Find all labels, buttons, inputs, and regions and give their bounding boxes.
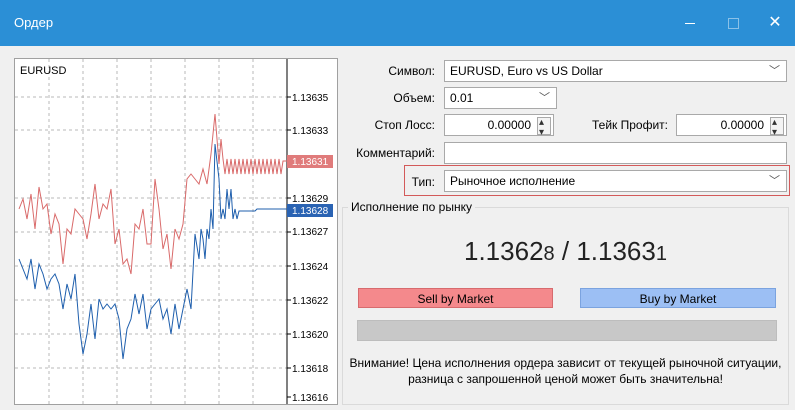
- order-type-value: Рыночное исполнение: [450, 174, 576, 188]
- price-axis-ticks: [287, 96, 291, 398]
- take-profit-spinner[interactable]: [770, 113, 784, 143]
- execution-progress-bar: [357, 320, 777, 341]
- execution-warning: Внимание! Цена исполнения ордера зависит…: [342, 355, 789, 387]
- order-type-select[interactable]: Рыночное исполнение ﹀: [444, 170, 787, 192]
- minimize-button[interactable]: [675, 10, 705, 36]
- stop-loss-spinner[interactable]: [537, 113, 551, 143]
- stop-loss-value: 0.00000: [487, 118, 531, 132]
- chevron-down-icon: ﹀: [539, 92, 550, 104]
- comment-label: Комментарий:: [356, 146, 435, 160]
- stop-loss-label: Стоп Лосс:: [374, 118, 435, 132]
- sell-by-market-button[interactable]: Sell by Market: [358, 288, 553, 308]
- price-label: 1.13622: [292, 296, 329, 307]
- stop-loss-input[interactable]: 0.00000: [444, 113, 554, 143]
- bid-price-last-digit: 8: [543, 243, 555, 265]
- symbol-label: Символ:: [388, 64, 435, 78]
- ask-price-main: 1.1363: [576, 236, 656, 266]
- warning-line-2: разница с запрошенной ценой может быть з…: [408, 372, 723, 386]
- price-label: 1.13616: [292, 393, 329, 404]
- quote-separator: /: [554, 236, 577, 266]
- symbol-select[interactable]: EURUSD, Euro vs US Dollar ﹀: [444, 60, 787, 82]
- price-label: 1.13620: [292, 330, 329, 341]
- tick-chart-svg: EURUSD 1.13635 1.13633 1.13631 1.13629 1…: [15, 59, 333, 404]
- symbol-value: EURUSD, Euro vs US Dollar: [450, 64, 603, 78]
- tick-chart: EURUSD 1.13635 1.13633 1.13631 1.13629 1…: [14, 58, 338, 405]
- bid-line: [18, 143, 287, 360]
- bid-price-label: 1.13628: [292, 206, 329, 217]
- ask-price-label: 1.13631: [292, 157, 329, 168]
- price-label: 1.13629: [292, 194, 329, 205]
- price-label: 1.13627: [292, 227, 329, 238]
- title-bar: Ордер ✕: [0, 0, 795, 46]
- order-window: Ордер ✕ EURUSD 1.13635 1.13633 1.13631 1…: [0, 0, 795, 410]
- warning-line-1: Внимание! Цена исполнения ордера зависит…: [349, 356, 782, 370]
- maximize-button[interactable]: [718, 10, 748, 36]
- chart-symbol: EURUSD: [20, 65, 67, 77]
- chart-grid: [15, 59, 287, 404]
- ask-line: [18, 113, 287, 275]
- volume-value: 0.01: [450, 91, 474, 105]
- window-title: Ордер: [14, 15, 54, 30]
- take-profit-input[interactable]: 0.00000: [676, 113, 787, 143]
- price-label: 1.13624: [292, 262, 329, 273]
- quote-display: 1.13628 / 1.13631: [342, 236, 789, 267]
- buy-by-market-button[interactable]: Buy by Market: [580, 288, 776, 308]
- take-profit-label: Тейк Профит:: [592, 118, 668, 132]
- comment-input[interactable]: [444, 142, 787, 164]
- chevron-down-icon: ﹀: [769, 65, 780, 77]
- close-button[interactable]: ✕: [760, 10, 790, 36]
- market-execution-title: Исполнение по рынку: [348, 200, 475, 214]
- volume-label: Объем:: [393, 91, 435, 105]
- chevron-down-icon: ﹀: [769, 175, 780, 187]
- take-profit-value: 0.00000: [720, 118, 764, 132]
- price-label: 1.13633: [292, 126, 329, 137]
- price-label: 1.13618: [292, 364, 329, 375]
- price-label: 1.13635: [292, 93, 329, 104]
- type-label: Тип:: [411, 175, 435, 189]
- ask-price-last-digit: 1: [655, 243, 667, 265]
- volume-select[interactable]: 0.01 ﹀: [444, 87, 557, 109]
- bid-price-main: 1.1362: [464, 236, 544, 266]
